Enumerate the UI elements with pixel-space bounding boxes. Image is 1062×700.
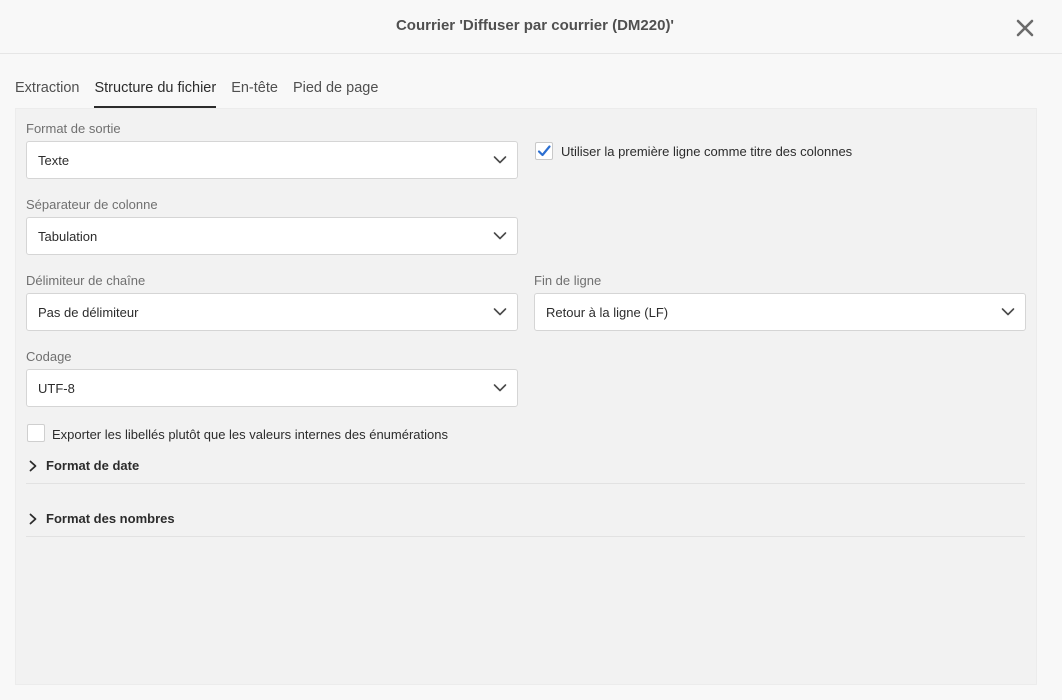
output-format-value: Texte [38,153,70,168]
chevron-down-icon [493,156,507,164]
column-separator-label: Séparateur de colonne [26,197,158,212]
line-ending-value: Retour à la ligne (LF) [546,305,669,320]
dialog-header: Courrier 'Diffuser par courrier (DM220)' [0,0,1062,54]
chevron-down-icon [1001,308,1015,316]
section-date-format[interactable]: Format de date [26,454,1025,484]
tab-en-tete[interactable]: En-tête [231,78,278,108]
chevron-down-icon [493,384,507,392]
close-icon [1016,19,1034,37]
export-labels-label: Exporter les libellés plutôt que les val… [52,427,448,442]
dialog-title: Courrier 'Diffuser par courrier (DM220)' [395,17,675,34]
chevron-down-icon [493,232,507,240]
section-number-format[interactable]: Format des nombres [26,507,1025,537]
output-format-select[interactable]: Texte [26,141,518,179]
tab-bar: Extraction Structure du fichier En-tête … [15,78,393,108]
file-structure-panel: Format de sortie Texte Utiliser la premi… [15,108,1037,685]
output-format-label: Format de sortie [26,121,121,136]
first-line-titles-label: Utiliser la première ligne comme titre d… [561,144,853,159]
chevron-right-icon [29,513,37,525]
section-number-format-title: Format des nombres [46,511,175,526]
first-line-titles-checkbox[interactable] [535,142,553,160]
string-delimiter-label: Délimiteur de chaîne [26,273,146,288]
section-date-format-title: Format de date [46,458,140,473]
line-ending-label: Fin de ligne [534,273,602,288]
chevron-right-icon [29,460,37,472]
encoding-select[interactable]: UTF-8 [26,369,518,407]
encoding-label: Codage [26,349,72,364]
tab-structure-du-fichier[interactable]: Structure du fichier [94,78,217,108]
tab-pied-de-page[interactable]: Pied de page [293,78,378,108]
string-delimiter-select[interactable]: Pas de délimiteur [26,293,518,331]
line-ending-select[interactable]: Retour à la ligne (LF) [534,293,1026,331]
checkmark-icon [537,145,551,157]
export-labels-checkbox[interactable] [27,424,45,442]
column-separator-value: Tabulation [38,229,98,244]
string-delimiter-value: Pas de délimiteur [38,305,139,320]
chevron-down-icon [493,308,507,316]
encoding-value: UTF-8 [38,381,75,396]
close-button[interactable] [1014,17,1036,39]
tab-extraction[interactable]: Extraction [15,78,79,108]
column-separator-select[interactable]: Tabulation [26,217,518,255]
